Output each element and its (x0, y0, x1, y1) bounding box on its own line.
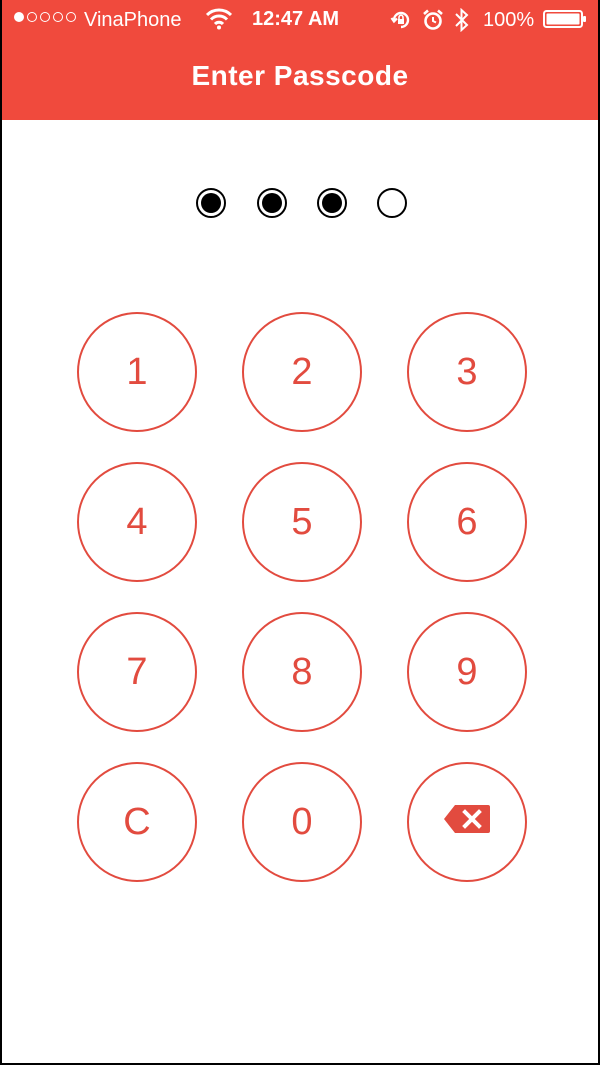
keypad: 1 2 3 4 5 6 7 8 9 C 0 (2, 0, 598, 1063)
key-0[interactable]: 0 (242, 762, 362, 882)
key-9[interactable]: 9 (407, 612, 527, 732)
key-6[interactable]: 6 (407, 462, 527, 582)
key-2[interactable]: 2 (242, 312, 362, 432)
passcode-screen: VinaPhone 12:47 AM 100% Enter Passcode 1… (0, 0, 600, 1065)
backspace-button[interactable] (407, 762, 527, 882)
key-1[interactable]: 1 (77, 312, 197, 432)
backspace-icon (443, 801, 491, 844)
clear-button[interactable]: C (77, 762, 197, 882)
key-7[interactable]: 7 (77, 612, 197, 732)
key-5[interactable]: 5 (242, 462, 362, 582)
key-8[interactable]: 8 (242, 612, 362, 732)
key-3[interactable]: 3 (407, 312, 527, 432)
key-4[interactable]: 4 (77, 462, 197, 582)
